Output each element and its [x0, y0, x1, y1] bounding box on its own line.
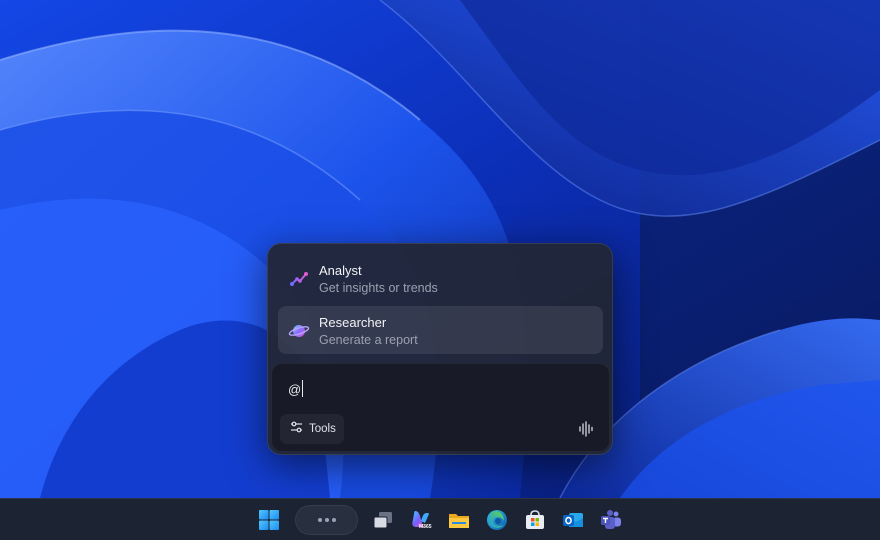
microsoft-store-button[interactable] [523, 508, 547, 532]
file-explorer-icon [447, 508, 471, 532]
taskbar: M365 [0, 498, 880, 540]
suggestion-researcher[interactable]: Researcher Generate a report [278, 306, 603, 354]
copilot-pill-button[interactable] [295, 505, 358, 535]
copilot-agent-popup: Analyst Get insights or trends Researche… [267, 243, 613, 455]
sliders-icon [290, 420, 303, 438]
file-explorer-button[interactable] [447, 508, 471, 532]
analyst-chart-icon [288, 268, 310, 290]
task-view-icon [371, 508, 395, 532]
suggestion-title: Analyst [319, 263, 362, 278]
microsoft-store-icon [523, 508, 547, 532]
outlook-icon [561, 508, 585, 532]
voice-waveform-icon [577, 421, 595, 442]
outlook-button[interactable] [561, 508, 585, 532]
edge-browser-icon [485, 508, 509, 532]
windows-start-icon [257, 508, 281, 532]
edge-browser-button[interactable] [485, 508, 509, 532]
task-view-button[interactable] [371, 508, 395, 532]
prompt-composer: @ Tools [271, 363, 610, 452]
pill-dot [317, 518, 322, 522]
prompt-input[interactable]: @ [288, 380, 304, 397]
suggestion-title: Researcher [319, 315, 387, 330]
suggestion-analyst[interactable]: Analyst Get insights or trends [278, 254, 603, 302]
m365-copilot-button[interactable]: M365 [409, 508, 433, 532]
prompt-input-value: @ [288, 382, 302, 397]
voice-input-button[interactable] [577, 420, 595, 438]
teams-icon [599, 508, 623, 532]
tools-label: Tools [309, 423, 336, 435]
pill-dot [324, 518, 329, 522]
pill-dot [331, 518, 336, 522]
suggestion-subtitle: Get insights or trends [319, 281, 438, 295]
m365-badge: M365 [419, 524, 432, 530]
teams-button[interactable] [599, 508, 623, 532]
suggestion-subtitle: Generate a report [319, 333, 418, 347]
start-button[interactable] [257, 508, 281, 532]
tools-button[interactable]: Tools [280, 414, 344, 444]
researcher-planet-icon [288, 320, 310, 342]
text-caret [302, 380, 304, 397]
